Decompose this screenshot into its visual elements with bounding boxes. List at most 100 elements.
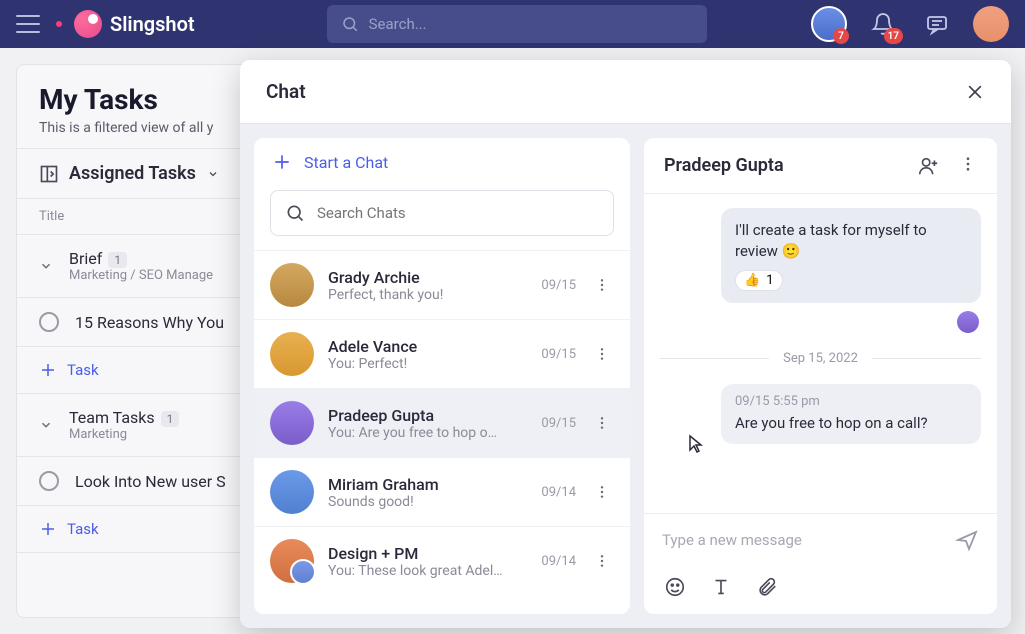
top-bar: Slingshot 7 17 xyxy=(0,0,1025,48)
add-people-button[interactable] xyxy=(917,155,939,177)
search-icon xyxy=(285,203,305,223)
task-sub: Marketing xyxy=(69,427,179,442)
conversation-more[interactable] xyxy=(959,155,977,177)
task-checkbox[interactable] xyxy=(39,471,59,491)
message-text: Are you free to hop on a call? xyxy=(735,413,967,434)
chat-item-date: 09/15 xyxy=(541,416,576,431)
avatar xyxy=(270,332,314,376)
task-name: Team Tasks xyxy=(69,408,155,427)
chat-item[interactable]: Pradeep Gupta You: Are you free to hop o… xyxy=(254,388,630,457)
status-dot xyxy=(56,21,62,27)
search-icon xyxy=(341,15,359,33)
send-icon xyxy=(955,528,979,552)
message-bubble[interactable]: 09/15 5:55 pm Are you free to hop on a c… xyxy=(721,384,981,444)
avatar-badge: 7 xyxy=(833,28,849,44)
more-vertical-icon xyxy=(594,346,610,362)
plus-icon xyxy=(39,520,57,538)
chat-item-date: 09/14 xyxy=(541,554,576,569)
chat-item-preview: Perfect, thank you! xyxy=(328,287,527,303)
chat-popup-title: Chat xyxy=(266,80,306,103)
chat-item-more[interactable] xyxy=(590,553,614,569)
attach-button[interactable] xyxy=(756,576,778,598)
user-avatar-1[interactable]: 7 xyxy=(811,6,847,42)
chat-item-more[interactable] xyxy=(590,346,614,362)
bell-badge: 17 xyxy=(884,28,903,44)
chat-item-preview: Sounds good! xyxy=(328,494,527,510)
avatar xyxy=(270,263,314,307)
chat-item-date: 09/14 xyxy=(541,485,576,500)
chat-item-preview: You: Perfect! xyxy=(328,356,527,372)
close-icon xyxy=(965,82,985,102)
send-button[interactable] xyxy=(955,528,979,552)
message-timestamp: 09/15 5:55 pm xyxy=(735,394,967,409)
chevron-down-icon xyxy=(206,168,220,180)
chat-item[interactable]: Adele Vance You: Perfect! 09/15 xyxy=(254,319,630,388)
paperclip-icon xyxy=(756,576,778,598)
chat-item-date: 09/15 xyxy=(541,278,576,293)
chat-item-date: 09/15 xyxy=(541,347,576,362)
task-name: Brief xyxy=(69,249,102,268)
search-chats-input[interactable] xyxy=(317,204,599,222)
avatar xyxy=(270,539,314,583)
thumbs-up-icon: 👍 xyxy=(744,273,760,288)
chat-item-name: Grady Archie xyxy=(328,268,527,287)
message-avatar xyxy=(957,311,979,333)
avatar xyxy=(270,470,314,514)
text-icon xyxy=(710,576,732,598)
search-chats[interactable] xyxy=(270,190,614,236)
conversation-panel: Pradeep Gupta I'll create a task for mys… xyxy=(644,138,997,614)
message-text: I'll create a task for myself to review … xyxy=(735,220,967,262)
more-vertical-icon xyxy=(959,155,977,173)
messages-button[interactable] xyxy=(919,6,955,42)
chevron-down-icon[interactable] xyxy=(39,418,53,432)
logo-icon xyxy=(74,10,102,38)
chat-icon xyxy=(925,12,949,36)
more-vertical-icon xyxy=(594,553,610,569)
reaction-badge[interactable]: 👍 1 xyxy=(735,270,783,291)
chat-item[interactable]: Grady Archie Perfect, thank you! 09/15 xyxy=(254,250,630,319)
profile-avatar[interactable] xyxy=(973,6,1009,42)
chat-item-preview: You: These look great Adel… xyxy=(328,563,527,579)
more-vertical-icon xyxy=(594,415,610,431)
plus-icon xyxy=(272,152,292,172)
more-vertical-icon xyxy=(594,484,610,500)
chat-item-name: Design + PM xyxy=(328,544,527,563)
task-name: Look Into New user S xyxy=(75,472,226,491)
search-input[interactable] xyxy=(369,15,693,33)
message-composer xyxy=(644,513,997,614)
task-name: 15 Reasons Why You xyxy=(75,313,224,332)
chat-popup-header: Chat xyxy=(240,60,1011,124)
global-search[interactable] xyxy=(327,5,707,43)
brand[interactable]: Slingshot xyxy=(74,10,195,38)
close-button[interactable] xyxy=(965,82,985,102)
avatar xyxy=(270,401,314,445)
format-button[interactable] xyxy=(710,576,732,598)
task-sub: Marketing / SEO Manage xyxy=(69,268,213,283)
message-input[interactable] xyxy=(662,531,943,549)
chat-item-more[interactable] xyxy=(590,415,614,431)
task-checkbox[interactable] xyxy=(39,312,59,332)
chat-popup: Chat Start a Chat Grady Archie Perfect, … xyxy=(240,60,1011,628)
chat-item[interactable]: Miriam Graham Sounds good! 09/14 xyxy=(254,457,630,526)
smile-icon xyxy=(664,576,686,598)
chat-item-name: Adele Vance xyxy=(328,337,527,356)
plus-icon xyxy=(39,361,57,379)
chat-item-name: Pradeep Gupta xyxy=(328,406,527,425)
start-chat-button[interactable]: Start a Chat xyxy=(254,138,630,186)
emoji-button[interactable] xyxy=(664,576,686,598)
panel-icon xyxy=(39,164,59,184)
chat-item-name: Miriam Graham xyxy=(328,475,527,494)
chat-item[interactable]: Design + PM You: These look great Adel… … xyxy=(254,526,630,595)
brand-name: Slingshot xyxy=(110,12,195,36)
message-bubble[interactable]: I'll create a task for myself to review … xyxy=(721,208,981,303)
notifications-button[interactable]: 17 xyxy=(865,6,901,42)
chat-item-more[interactable] xyxy=(590,277,614,293)
chevron-down-icon[interactable] xyxy=(39,259,53,273)
chat-item-more[interactable] xyxy=(590,484,614,500)
user-plus-icon xyxy=(917,155,939,177)
cursor-icon xyxy=(688,434,704,454)
chat-item-preview: You: Are you free to hop o… xyxy=(328,425,527,441)
conversation-title: Pradeep Gupta xyxy=(664,155,784,176)
menu-button[interactable] xyxy=(16,15,40,33)
chat-list-panel: Start a Chat Grady Archie Perfect, thank… xyxy=(254,138,630,614)
